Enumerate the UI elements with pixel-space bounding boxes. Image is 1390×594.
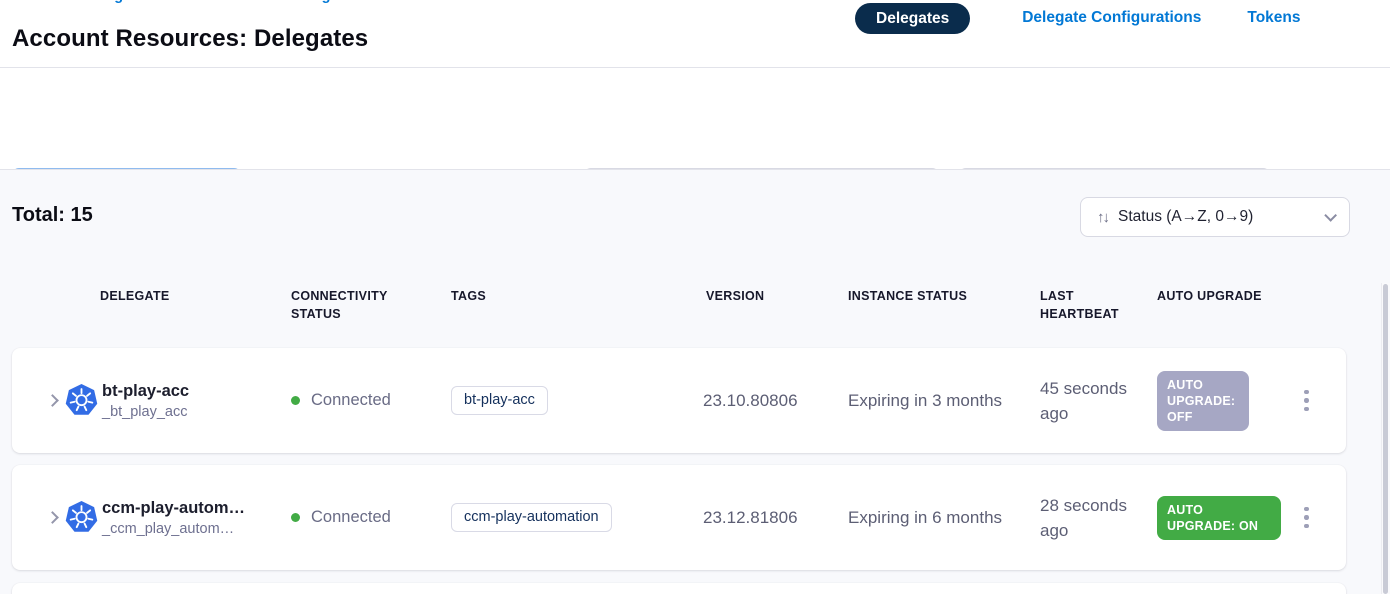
sort-arrows-icon: ↑↓: [1097, 209, 1108, 226]
last-heartbeat-value: 45 seconds ago: [1040, 376, 1142, 426]
kubernetes-icon: [64, 465, 99, 570]
column-header-connectivity-status: CONNECTIVITY STATUS: [291, 287, 423, 323]
sort-dropdown[interactable]: ↑↓ Status (A→Z, 0→9): [1080, 197, 1350, 237]
resource-tabs: Delegates Delegate Configurations Tokens: [855, 2, 1301, 34]
version-cell: 23.10.80806: [703, 348, 798, 453]
kebab-menu-button[interactable]: [1298, 384, 1315, 418]
connected-status-dot: [291, 513, 300, 522]
delegate-name-cell[interactable]: ccm-play-autom… _ccm_play_autom…: [102, 465, 245, 570]
tab-delegates[interactable]: Delegates: [855, 3, 970, 34]
chevron-down-icon: [1324, 209, 1337, 222]
instance-status-cell: Expiring in 6 months: [848, 465, 1002, 570]
chevron-right-icon: [46, 394, 59, 407]
delegate-identifier: _ccm_play_autom…: [102, 519, 245, 539]
tab-delegate-configurations[interactable]: Delegate Configurations: [1022, 9, 1201, 27]
auto-upgrade-cell: AUTO UPGRADE: OFF: [1157, 348, 1249, 453]
version-value: 23.12.81806: [703, 508, 798, 528]
column-header-delegate: DELEGATE: [100, 287, 170, 305]
toolbar: + New Delegate No Filter Saved: [0, 68, 1390, 170]
last-heartbeat-cell: 28 seconds ago: [1040, 465, 1142, 570]
breadcrumb-text: Account Settings / Account Resources / D…: [12, 0, 432, 4]
column-header-last-heartbeat: LAST HEARTBEAT: [1040, 287, 1150, 323]
tags-cell: ccm-play-automation: [451, 465, 612, 570]
connectivity-cell: Connected: [291, 465, 391, 570]
instance-status-value: Expiring in 3 months: [848, 391, 1002, 411]
auto-upgrade-cell: AUTO UPGRADE: ON: [1157, 465, 1281, 570]
last-heartbeat-cell: 45 seconds ago: [1040, 348, 1142, 453]
column-header-version: VERSION: [706, 287, 764, 305]
table-row-clipped[interactable]: [12, 583, 1346, 594]
table-row[interactable]: ccm-play-autom… _ccm_play_autom… Connect…: [12, 465, 1346, 570]
connected-status-dot: [291, 396, 300, 405]
column-header-instance-status: INSTANCE STATUS: [848, 287, 967, 305]
table-header: DELEGATE CONNECTIVITY STATUS TAGS VERSIO…: [0, 287, 1390, 327]
tags-cell: bt-play-acc: [451, 348, 548, 453]
row-menu-cell: [1298, 465, 1315, 570]
kubernetes-icon: [64, 348, 99, 453]
column-header-tags: TAGS: [451, 287, 486, 305]
delegate-identifier: _bt_play_acc: [102, 402, 189, 422]
row-menu-cell: [1298, 348, 1315, 453]
delegate-name: ccm-play-autom…: [102, 497, 245, 519]
kebab-menu-button[interactable]: [1298, 501, 1315, 535]
tab-tokens[interactable]: Tokens: [1247, 9, 1300, 27]
breadcrumb[interactable]: Account Settings / Account Resources / D…: [12, 0, 432, 5]
tag-chip[interactable]: bt-play-acc: [451, 386, 548, 415]
tag-chip[interactable]: ccm-play-automation: [451, 503, 612, 532]
version-value: 23.10.80806: [703, 391, 798, 411]
connectivity-cell: Connected: [291, 348, 391, 453]
connectivity-status: Connected: [311, 391, 391, 410]
version-cell: 23.12.81806: [703, 465, 798, 570]
connectivity-status: Connected: [311, 508, 391, 527]
instance-status-cell: Expiring in 3 months: [848, 348, 1002, 453]
column-header-auto-upgrade: AUTO UPGRADE: [1157, 287, 1262, 305]
table-row[interactable]: bt-play-acc _bt_play_acc Connected bt-pl…: [12, 348, 1346, 453]
sort-label: Status (A→Z, 0→9): [1118, 208, 1314, 226]
delegate-name-cell[interactable]: bt-play-acc _bt_play_acc: [102, 348, 189, 453]
instance-status-value: Expiring in 6 months: [848, 508, 1002, 528]
row-expander[interactable]: [48, 348, 57, 453]
auto-upgrade-badge: AUTO UPGRADE: ON: [1157, 496, 1281, 540]
total-count: Total: 15: [12, 204, 93, 227]
auto-upgrade-badge: AUTO UPGRADE: OFF: [1157, 371, 1249, 431]
last-heartbeat-value: 28 seconds ago: [1040, 493, 1142, 543]
delegate-name: bt-play-acc: [102, 380, 189, 402]
chevron-right-icon: [46, 511, 59, 524]
row-expander[interactable]: [48, 465, 57, 570]
page-title: Account Resources: Delegates: [12, 25, 368, 53]
scrollbar-thumb[interactable]: [1383, 284, 1388, 594]
delegates-page: Account Settings / Account Resources / D…: [0, 0, 1390, 594]
